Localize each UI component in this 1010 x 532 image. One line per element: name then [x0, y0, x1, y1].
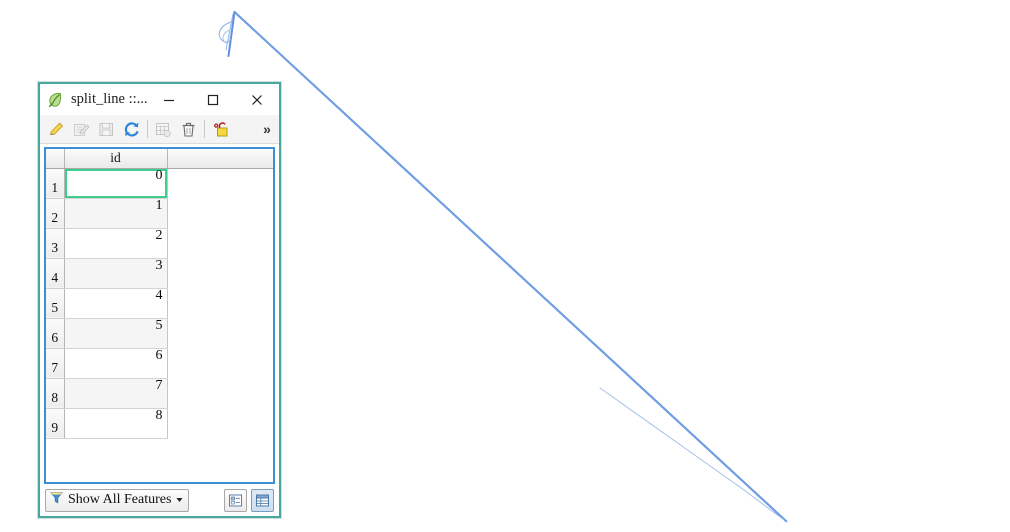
row-header[interactable]: 9 — [46, 408, 65, 439]
cell-filler — [167, 198, 273, 228]
window-controls — [147, 85, 279, 115]
attribute-table-grid[interactable]: id 1 0 2 1 3 2 4 3 5 4 6 5 7 6 8 7 9 8 — [44, 147, 275, 484]
table-body: 1 0 2 1 3 2 4 3 5 4 6 5 7 6 8 7 9 8 — [46, 168, 273, 439]
cell-id[interactable]: 5 — [64, 318, 168, 349]
column-header-filler — [167, 149, 273, 169]
maximize-icon — [207, 94, 219, 105]
table-corner-header[interactable] — [46, 149, 65, 169]
feature-filter-dropdown[interactable]: Show All Features — [45, 488, 190, 512]
chevron-down-icon[interactable] — [175, 491, 184, 509]
cell-filler — [167, 408, 273, 438]
row-header[interactable]: 7 — [46, 348, 65, 379]
maximize-button[interactable] — [191, 85, 235, 115]
row-header[interactable]: 4 — [46, 258, 65, 289]
conditional-formatting-icon[interactable] — [208, 117, 233, 142]
cell-filler — [167, 288, 273, 318]
cell-id[interactable]: 0 — [64, 168, 168, 199]
toggle-editing-icon[interactable] — [44, 117, 69, 142]
table-row[interactable]: 8 7 — [46, 378, 273, 409]
delete-selected-icon[interactable] — [176, 117, 201, 142]
row-header[interactable]: 8 — [46, 378, 65, 409]
attribute-table-window[interactable]: split_line ::... » id 1 0 2 1 3 2 4 3 5 … — [38, 82, 281, 518]
cell-filler — [167, 318, 273, 348]
table-row[interactable]: 2 1 — [46, 198, 273, 229]
close-button[interactable] — [235, 85, 279, 115]
qgis-leaf-icon — [46, 91, 64, 109]
cell-id[interactable]: 7 — [64, 378, 168, 409]
form-view-button[interactable] — [224, 488, 247, 512]
funnel-filter-icon — [49, 490, 64, 510]
toolbar-overflow-button[interactable]: » — [259, 117, 275, 142]
window-title: split_line ::... — [71, 91, 147, 107]
window-titlebar[interactable]: split_line ::... — [40, 84, 279, 115]
attribute-table-statusbar: Show All Features — [40, 484, 279, 516]
attribute-table[interactable]: id 1 0 2 1 3 2 4 3 5 4 6 5 7 6 8 7 9 8 — [46, 149, 273, 439]
table-view-icon — [256, 494, 269, 506]
table-row[interactable]: 6 5 — [46, 318, 273, 349]
toolbar-separator — [204, 120, 205, 138]
minimize-icon — [164, 99, 174, 101]
table-view-button[interactable] — [251, 488, 274, 512]
table-row[interactable]: 3 2 — [46, 228, 273, 259]
cell-id[interactable]: 3 — [64, 258, 168, 289]
feature-filter-label: Show All Features — [68, 492, 172, 507]
cell-filler — [167, 258, 273, 288]
cell-id[interactable]: 1 — [64, 198, 168, 229]
cell-id[interactable]: 6 — [64, 348, 168, 379]
row-header[interactable]: 2 — [46, 198, 65, 229]
row-header[interactable]: 6 — [46, 318, 65, 349]
cell-filler — [167, 228, 273, 258]
attribute-table-toolbar[interactable]: » — [40, 115, 279, 144]
row-header[interactable]: 3 — [46, 228, 65, 259]
cell-id[interactable]: 4 — [64, 288, 168, 319]
cell-filler — [167, 348, 273, 378]
minimize-button[interactable] — [147, 85, 191, 115]
row-header[interactable]: 1 — [46, 168, 65, 199]
field-calculator-icon — [151, 117, 176, 142]
table-row[interactable]: 5 4 — [46, 288, 273, 319]
save-edits-icon — [94, 117, 119, 142]
edit-pencil-icon — [69, 117, 94, 142]
reload-icon[interactable] — [119, 117, 144, 142]
form-view-icon — [229, 494, 242, 506]
column-header-id[interactable]: id — [64, 149, 168, 169]
table-row[interactable]: 7 6 — [46, 348, 273, 379]
cell-id[interactable]: 2 — [64, 228, 168, 259]
cell-filler — [167, 168, 273, 198]
table-empty-area — [46, 438, 273, 482]
cell-filler — [167, 378, 273, 408]
table-header-row: id — [46, 149, 273, 169]
close-icon — [252, 94, 262, 105]
table-row[interactable]: 9 8 — [46, 408, 273, 439]
toolbar-separator — [147, 120, 148, 138]
cell-id[interactable]: 8 — [64, 408, 168, 439]
table-row[interactable]: 4 3 — [46, 258, 273, 289]
table-row[interactable]: 1 0 — [46, 168, 273, 199]
row-header[interactable]: 5 — [46, 288, 65, 319]
